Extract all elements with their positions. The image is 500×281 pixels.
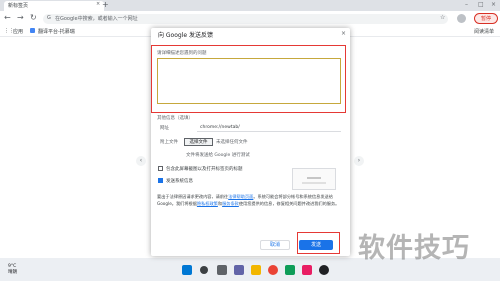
weather-widget[interactable]: 9°C 晴朗 <box>8 264 17 276</box>
feedback-label: 请详细描述您遇到的问题 <box>157 51 207 56</box>
url-label: 网址 <box>160 126 169 131</box>
screenshot-checkbox[interactable] <box>158 166 163 171</box>
google-g-icon: G <box>47 15 51 21</box>
highlight-box-send <box>297 232 340 254</box>
reading-list[interactable]: 阅读清单 <box>474 28 494 35</box>
reload-icon[interactable]: ↻ <box>30 13 37 22</box>
additional-info-label: 其他信息（选填） <box>157 116 193 121</box>
privacy-policy-link[interactable]: 隐私权政策 <box>197 201 218 206</box>
feedback-textarea[interactable] <box>157 58 341 104</box>
file-hint: 文件将发送给 Google 进行测试 <box>186 153 250 158</box>
screenshot-checkbox-label: 包含此屏幕截图以及打开标签页的标题 <box>166 167 243 172</box>
url-field[interactable]: chrome://newtab/ <box>197 123 341 132</box>
no-file-text: 未选择任何文件 <box>216 140 248 145</box>
bookmark-apps[interactable]: 应用 <box>13 28 23 35</box>
omnibox-placeholder: 在Google中搜索，或者输入一个网址 <box>55 16 138 22</box>
next-arrow-icon[interactable]: › <box>354 156 364 166</box>
tab-title: 新标签页 <box>8 3 29 9</box>
cancel-button[interactable]: 取消 <box>260 240 290 250</box>
dialog-title: 向 Google 发送反馈 <box>158 32 213 39</box>
system-info-checkbox[interactable] <box>158 178 163 183</box>
dialog-close-icon[interactable]: × <box>341 30 346 37</box>
minimize-icon[interactable]: – <box>465 1 468 8</box>
bookmark-star-icon[interactable]: ☆ <box>440 14 445 21</box>
maximize-icon[interactable]: □ <box>478 1 484 8</box>
prev-arrow-icon[interactable]: ‹ <box>136 156 146 166</box>
chat-icon[interactable] <box>234 265 244 275</box>
legal-help-link[interactable]: 法律帮助页面 <box>228 194 253 199</box>
terms-link[interactable]: 服务条款 <box>222 201 239 206</box>
bookmark-translate-platform[interactable]: 翻译平台-托慕瑞 <box>38 28 75 35</box>
bookmark-favicon-icon <box>30 28 35 33</box>
task-view-icon[interactable] <box>217 265 227 275</box>
window-close-icon[interactable]: × <box>491 1 496 8</box>
privacy-text: 要出于法律原因请求更改内容，请前往 <box>157 194 229 199</box>
tab-close-icon[interactable]: × <box>96 1 100 7</box>
app-icon[interactable] <box>302 265 312 275</box>
avatar[interactable] <box>457 14 466 23</box>
new-tab-button[interactable]: + <box>102 0 109 9</box>
forward-icon[interactable]: → <box>17 13 24 22</box>
weather-condition: 晴朗 <box>8 270 17 275</box>
watermark: 软件技巧 <box>358 233 470 264</box>
screenshot-thumbnail[interactable] <box>292 168 336 190</box>
chrome-icon[interactable] <box>268 265 278 275</box>
search-icon[interactable] <box>200 266 208 274</box>
attach-label: 附上文件 <box>160 140 178 145</box>
pause-sync-button[interactable]: 暂停 <box>474 13 498 24</box>
file-explorer-icon[interactable] <box>251 265 261 275</box>
privacy-notice: 要出于法律原因请求更改内容，请前往法律帮助页面。系统可能会将部分帐号和系统信息发… <box>157 194 342 207</box>
app-icon[interactable] <box>285 265 295 275</box>
privacy-text: 使用您提供的信息，修复相关问题并改进我们的服务。 <box>238 200 340 206</box>
system-info-checkbox-label[interactable]: 发送系统信息 <box>166 178 193 184</box>
windows-start-icon[interactable] <box>182 265 192 275</box>
back-icon[interactable]: ← <box>4 13 11 22</box>
choose-file-button[interactable]: 选择文件 <box>184 138 213 146</box>
app-icon[interactable] <box>319 265 329 275</box>
